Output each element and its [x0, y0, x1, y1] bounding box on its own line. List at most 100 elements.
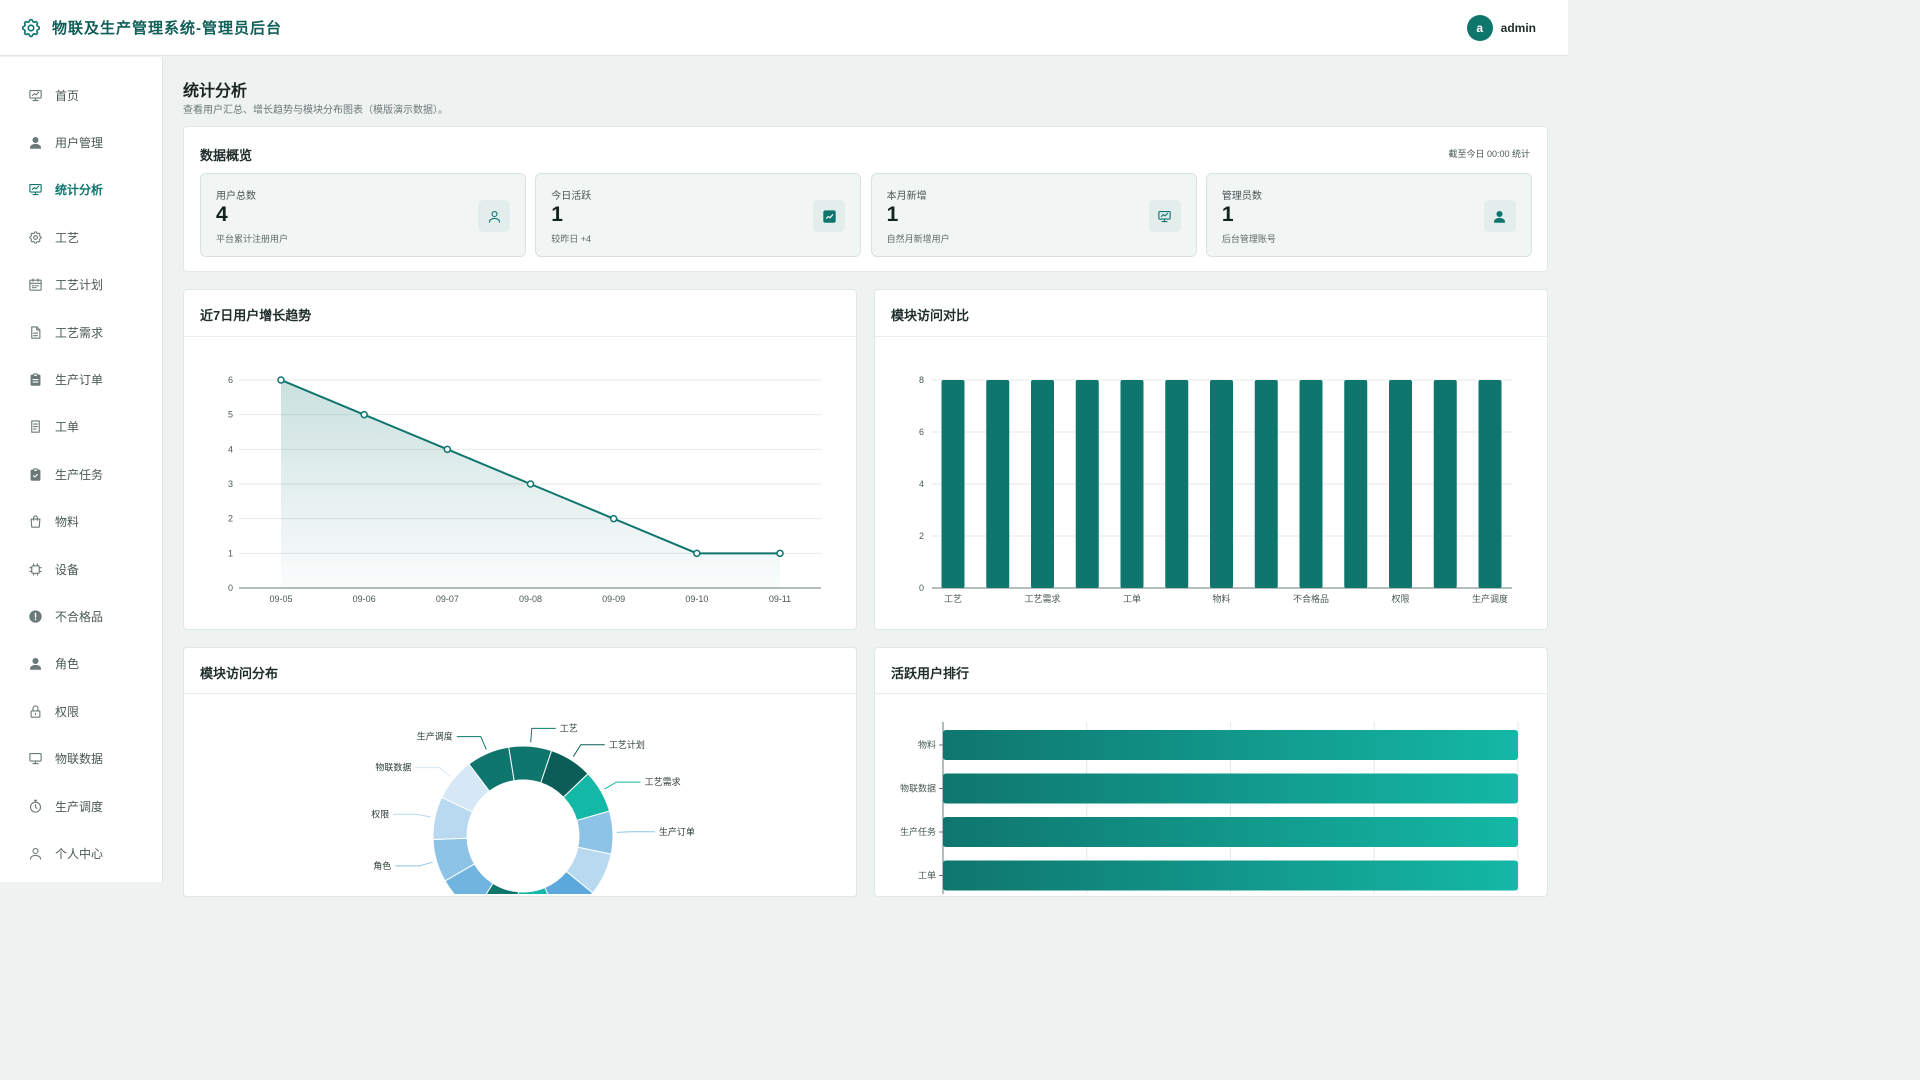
- pie-label: 物联数据: [375, 762, 411, 773]
- presentation-chart-icon: [29, 89, 42, 101]
- sidebar-item-label: 设备: [55, 562, 80, 577]
- stopwatch-icon: [29, 799, 42, 813]
- x-tick-label: 09-07: [436, 594, 459, 604]
- bar[interactable]: [1344, 380, 1368, 588]
- user-menu[interactable]: a admin: [1466, 15, 1536, 41]
- user-icon: [29, 136, 42, 149]
- stat-icon-box: [478, 200, 510, 232]
- module-distribution-title: 模块访问分布: [200, 666, 279, 681]
- y-tick-label: 3: [228, 479, 233, 489]
- sidebar-item-label: 生产调度: [55, 799, 104, 814]
- sidebar-item-label: 工艺计划: [55, 278, 104, 293]
- stat-card: 用户总数 4 平台累计注册用户: [200, 173, 526, 257]
- sidebar-item-0[interactable]: 首页: [0, 77, 162, 113]
- document-text-icon: [31, 420, 40, 433]
- stat-icon-box: [1483, 200, 1516, 232]
- sidebar-item-13[interactable]: 权限: [0, 693, 162, 729]
- bar[interactable]: [1031, 380, 1054, 588]
- clipboard-icon: [30, 373, 41, 386]
- y-tick-label: 生产任务: [900, 826, 936, 837]
- stat-value: 4: [216, 203, 228, 226]
- label-leader: [395, 861, 433, 867]
- pie-label: 工艺计划: [609, 739, 645, 750]
- bar[interactable]: [1075, 380, 1099, 588]
- stat-icon-box: [1148, 200, 1181, 232]
- pie-label: 工艺: [560, 723, 578, 733]
- sidebar-item-14[interactable]: 物联数据: [0, 741, 162, 777]
- bar[interactable]: [1165, 380, 1189, 588]
- ranking-bar[interactable]: [943, 817, 1518, 847]
- label-leader: [530, 727, 556, 743]
- sidebar-item-2[interactable]: 统计分析: [0, 172, 162, 208]
- data-point[interactable]: [776, 549, 784, 558]
- sidebar-item-16[interactable]: 个人中心: [0, 835, 162, 871]
- sidebar-item-3[interactable]: 工艺: [0, 219, 162, 255]
- bar[interactable]: [1299, 380, 1323, 588]
- ranking-bar[interactable]: [943, 773, 1518, 804]
- sidebar-item-label: 生产订单: [55, 372, 104, 387]
- username[interactable]: admin: [1501, 21, 1536, 35]
- module-compare-chart: 0 2 4 6 8 工艺 工艺需求 工单 物料 不合格品 权限 生产调度: [919, 375, 1512, 604]
- bar[interactable]: [1433, 380, 1457, 588]
- data-point[interactable]: [526, 480, 535, 488]
- label-leader: [572, 744, 605, 757]
- sidebar-item-7[interactable]: 工单: [0, 409, 162, 445]
- sidebar-item-12[interactable]: 角色: [0, 646, 162, 682]
- x-tick-label: 09-06: [353, 594, 376, 604]
- stat-card: 今日活跃 1 较昨日 +4: [535, 173, 862, 257]
- sidebar-item-4[interactable]: 工艺计划: [0, 267, 162, 303]
- page-title: 统计分析: [183, 83, 248, 100]
- module-compare-card: 模块访问对比 0 2 4 6 8 工艺 工艺需求 工单 物料 不合格品 权限 生产调度: [874, 289, 1548, 630]
- data-point[interactable]: [443, 445, 452, 454]
- y-tick-label: 工单: [918, 870, 936, 881]
- bar[interactable]: [941, 380, 965, 588]
- growth-trend-title: 近7日用户增长趋势: [200, 308, 312, 323]
- bar[interactable]: [1478, 380, 1502, 588]
- sidebar-item-label: 首页: [55, 88, 80, 103]
- x-tick-label: 09-11: [769, 594, 791, 604]
- gear-icon: [29, 230, 42, 244]
- chip-icon: [29, 562, 42, 576]
- overview-as-of: 截至今日 00:00 统计: [1448, 149, 1530, 159]
- label-leader: [456, 736, 487, 750]
- bar[interactable]: [986, 380, 1010, 588]
- ranking-bar[interactable]: [943, 860, 1518, 891]
- bar[interactable]: [1254, 380, 1278, 588]
- sidebar: 首页用户管理统计分析工艺工艺计划工艺需求生产订单工单生产任务物料设备不合格品角色…: [0, 57, 163, 882]
- user-icon: [29, 658, 42, 670]
- avatar[interactable]: a: [1466, 15, 1493, 41]
- y-tick-label: 4: [919, 479, 924, 489]
- growth-trend-card: 近7日用户增长趋势 0 1 2 3 4 5 6 09-05 09-06 09-07 09-08 09-…: [183, 289, 857, 630]
- data-point[interactable]: [609, 514, 618, 523]
- stat-card: 本月新增 1 自然月新增用户: [870, 173, 1197, 257]
- bar[interactable]: [1210, 380, 1233, 588]
- user-outline-icon: [488, 210, 500, 223]
- sidebar-item-5[interactable]: 工艺需求: [0, 314, 162, 350]
- trending-chart-icon: [823, 209, 836, 223]
- data-point[interactable]: [360, 410, 368, 419]
- bar[interactable]: [1120, 380, 1144, 588]
- x-tick-label: 工艺: [944, 594, 962, 604]
- pie-label: 生产订单: [659, 826, 695, 837]
- sidebar-item-label: 工单: [55, 420, 80, 435]
- sidebar-item-label: 物联数据: [55, 752, 104, 767]
- overview-title: 数据概览: [200, 148, 253, 163]
- overview-card: 数据概览 截至今日 00:00 统计 用户总数 4 平台累计注册用户 今日活跃 1 较昨日…: [183, 126, 1548, 272]
- app-title: 物联及生产管理系统-管理员后台: [52, 20, 282, 37]
- data-point[interactable]: [693, 549, 701, 558]
- sidebar-item-9[interactable]: 物料: [0, 504, 162, 540]
- sidebar-item-1[interactable]: 用户管理: [0, 124, 162, 160]
- data-point[interactable]: [277, 376, 285, 384]
- sidebar-item-6[interactable]: 生产订单: [0, 361, 162, 397]
- sidebar-item-15[interactable]: 生产调度: [0, 788, 162, 824]
- lock-icon: [30, 705, 41, 718]
- bar[interactable]: [1389, 380, 1412, 588]
- x-tick-label: 生产调度: [1472, 593, 1508, 604]
- sidebar-item-10[interactable]: 设备: [0, 551, 162, 587]
- calendar-icon: [29, 278, 42, 291]
- sidebar-item-8[interactable]: 生产任务: [0, 456, 162, 492]
- sidebar-item-11[interactable]: 不合格品: [0, 598, 162, 634]
- stat-note: 平台累计注册用户: [216, 234, 289, 244]
- ranking-bar[interactable]: [943, 730, 1518, 760]
- active-user-ranking-chart: 物料物联数据生产任务工单: [900, 722, 1519, 894]
